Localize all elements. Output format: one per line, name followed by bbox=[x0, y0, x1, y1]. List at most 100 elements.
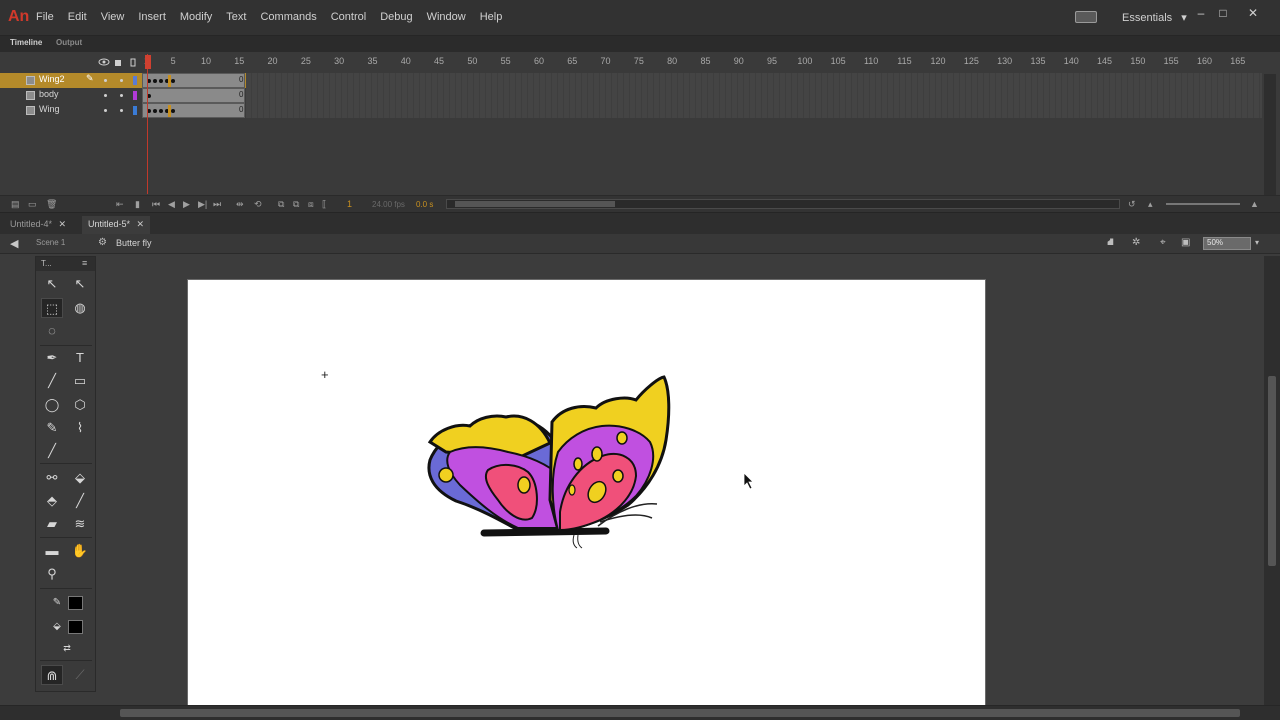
rectangle-tool-icon[interactable]: ▭ bbox=[69, 371, 91, 391]
layer-outline-color[interactable] bbox=[133, 106, 137, 115]
line-tool-icon[interactable]: ╱ bbox=[41, 371, 63, 391]
onion-skin-icon[interactable]: ⧉ bbox=[278, 199, 284, 210]
bone-tool-icon[interactable]: ⚯ bbox=[41, 468, 63, 488]
pen-tool-icon[interactable]: ✒ bbox=[41, 348, 63, 368]
menu-commands[interactable]: Commands bbox=[260, 11, 316, 23]
edit-scene-icon[interactable]: ⛘ bbox=[1107, 237, 1114, 250]
edit-multiple-frames-icon[interactable]: ⧈ bbox=[308, 199, 314, 210]
layer-row-body[interactable]: body 0 bbox=[0, 88, 246, 103]
menu-view[interactable]: View bbox=[101, 11, 125, 23]
scene-breadcrumb[interactable]: Scene 1 bbox=[36, 238, 65, 247]
subselection-tool-icon[interactable]: ↖ bbox=[69, 274, 91, 294]
keyframe[interactable] bbox=[153, 109, 157, 113]
layer-toggle-dot[interactable] bbox=[104, 94, 107, 97]
new-folder-icon[interactable]: ▭ bbox=[28, 199, 37, 210]
scrollbar-thumb[interactable] bbox=[455, 201, 615, 207]
doc-tab-untitled-4[interactable]: Untitled-4* ✕ bbox=[4, 216, 72, 235]
menu-text[interactable]: Text bbox=[226, 11, 246, 23]
tab-timeline[interactable]: Timeline bbox=[10, 38, 42, 47]
stage-horizontal-scrollbar[interactable] bbox=[0, 705, 1280, 720]
keyframe[interactable] bbox=[159, 79, 163, 83]
width-tool-icon[interactable]: ≋ bbox=[69, 514, 91, 534]
stroke-color-swatch[interactable] bbox=[68, 596, 83, 610]
selection-tool-icon[interactable]: ↖ bbox=[41, 274, 63, 294]
modify-markers-icon[interactable]: ⟦ bbox=[322, 199, 326, 210]
paint-bucket-tool-icon[interactable]: ⬙ bbox=[69, 468, 91, 488]
text-tool-icon[interactable]: T bbox=[69, 348, 91, 368]
current-frame[interactable]: 1 bbox=[347, 199, 352, 209]
go-first-frame-icon[interactable]: ⏮ bbox=[152, 199, 160, 210]
layer-name[interactable]: Wing2 bbox=[39, 74, 65, 84]
brush-tool-icon[interactable]: ⌇ bbox=[69, 418, 91, 438]
clip-content-icon[interactable]: ▣ bbox=[1181, 237, 1190, 248]
ink-bottle-tool-icon[interactable]: ⬘ bbox=[41, 491, 63, 511]
workspace-layout-icon[interactable] bbox=[1075, 11, 1097, 23]
close-window-button[interactable]: ✕ bbox=[1244, 6, 1262, 22]
workspace-switcher[interactable]: Essentials ▾ bbox=[1122, 11, 1187, 24]
layer-toggle-dot[interactable] bbox=[120, 94, 123, 97]
menu-control[interactable]: Control bbox=[331, 11, 366, 23]
hand-tool-icon[interactable]: ✋ bbox=[69, 541, 91, 561]
layer-toggle-dot[interactable] bbox=[120, 79, 123, 82]
delete-layer-icon[interactable]: 🗑 bbox=[46, 199, 57, 210]
scrollbar-thumb[interactable] bbox=[120, 709, 1240, 717]
close-icon[interactable]: ✕ bbox=[137, 219, 145, 229]
tab-output[interactable]: Output bbox=[56, 38, 82, 47]
oval-tool-icon[interactable]: ◯ bbox=[41, 395, 63, 415]
layer-row-wing[interactable]: Wing 0 bbox=[0, 103, 246, 118]
center-frame-icon[interactable]: ⇤ bbox=[116, 199, 124, 210]
step-forward-icon[interactable]: ▶| bbox=[198, 199, 207, 210]
menu-edit[interactable]: Edit bbox=[68, 11, 87, 23]
keyframe[interactable] bbox=[159, 109, 163, 113]
onion-outlines-icon[interactable]: ⧉ bbox=[293, 199, 299, 210]
zoom-out-icon[interactable]: ▴ bbox=[1148, 199, 1153, 210]
eraser-tool-icon[interactable]: ▰ bbox=[41, 514, 63, 534]
layer-name[interactable]: body bbox=[39, 89, 59, 99]
play-icon[interactable]: ▶ bbox=[183, 199, 190, 210]
close-icon[interactable]: ✕ bbox=[59, 219, 67, 229]
stage-vertical-scrollbar[interactable] bbox=[1264, 256, 1280, 705]
eyedropper-tool-icon[interactable]: ╱ bbox=[69, 491, 91, 511]
zoom-in-icon[interactable]: ▲ bbox=[1250, 199, 1259, 209]
elapsed-time[interactable]: 0.0 s bbox=[416, 200, 433, 209]
frame-ruler[interactable]: 1510152025303540455055606570758085909510… bbox=[0, 54, 1280, 70]
reset-icon[interactable]: ↺ bbox=[1128, 199, 1136, 210]
center-frames-icon[interactable]: ⇹ bbox=[236, 199, 244, 210]
loop-marker-icon[interactable]: ▮ bbox=[135, 199, 140, 210]
free-transform-tool-icon[interactable]: ⬚ bbox=[41, 298, 63, 318]
new-layer-icon[interactable]: ▤ bbox=[11, 199, 20, 210]
back-arrow-icon[interactable]: ◀ bbox=[10, 237, 18, 250]
zoom-input[interactable]: 50% bbox=[1203, 237, 1251, 250]
layer-frames[interactable]: 0 bbox=[142, 103, 245, 118]
menu-window[interactable]: Window bbox=[427, 11, 466, 23]
pencil-tool-icon[interactable]: ✎ bbox=[41, 418, 63, 438]
scrollbar-thumb[interactable] bbox=[1268, 376, 1276, 566]
symbol-breadcrumb[interactable]: Butter fly bbox=[116, 238, 152, 248]
playhead[interactable] bbox=[147, 54, 148, 194]
swap-colors-icon[interactable]: ⇄ bbox=[56, 638, 78, 658]
keyframe[interactable] bbox=[171, 79, 175, 83]
layer-name[interactable]: Wing bbox=[39, 104, 60, 114]
doc-tab-untitled-5[interactable]: Untitled-5* ✕ bbox=[82, 216, 151, 235]
butterfly-artwork[interactable] bbox=[188, 280, 987, 710]
menu-insert[interactable]: Insert bbox=[138, 11, 166, 23]
snap-to-objects-icon[interactable]: ⋒ bbox=[41, 665, 63, 685]
go-last-frame-icon[interactable]: ⏭ bbox=[213, 199, 221, 210]
minimize-button[interactable]: – bbox=[1192, 6, 1210, 22]
lasso-tool-icon[interactable]: ◌ bbox=[41, 321, 63, 341]
keyframe[interactable] bbox=[153, 79, 157, 83]
fill-color-swatch[interactable] bbox=[68, 620, 83, 634]
keyframe[interactable] bbox=[171, 109, 175, 113]
layer-outline-color[interactable] bbox=[133, 91, 137, 100]
edit-symbols-icon[interactable]: ✲ bbox=[1132, 237, 1140, 248]
smooth-icon[interactable]: ⟋ bbox=[69, 665, 91, 685]
menu-modify[interactable]: Modify bbox=[180, 11, 212, 23]
empty-frames-strip[interactable] bbox=[246, 73, 1262, 88]
stage[interactable] bbox=[187, 279, 986, 709]
layer-outline-color[interactable] bbox=[133, 76, 137, 85]
playhead-handle[interactable] bbox=[145, 55, 151, 69]
layer-frames[interactable]: 0 bbox=[142, 73, 245, 88]
layer-toggle-dot[interactable] bbox=[120, 109, 123, 112]
layer-toggle-dot[interactable] bbox=[104, 79, 107, 82]
center-stage-icon[interactable]: ⌖ bbox=[1160, 237, 1166, 248]
